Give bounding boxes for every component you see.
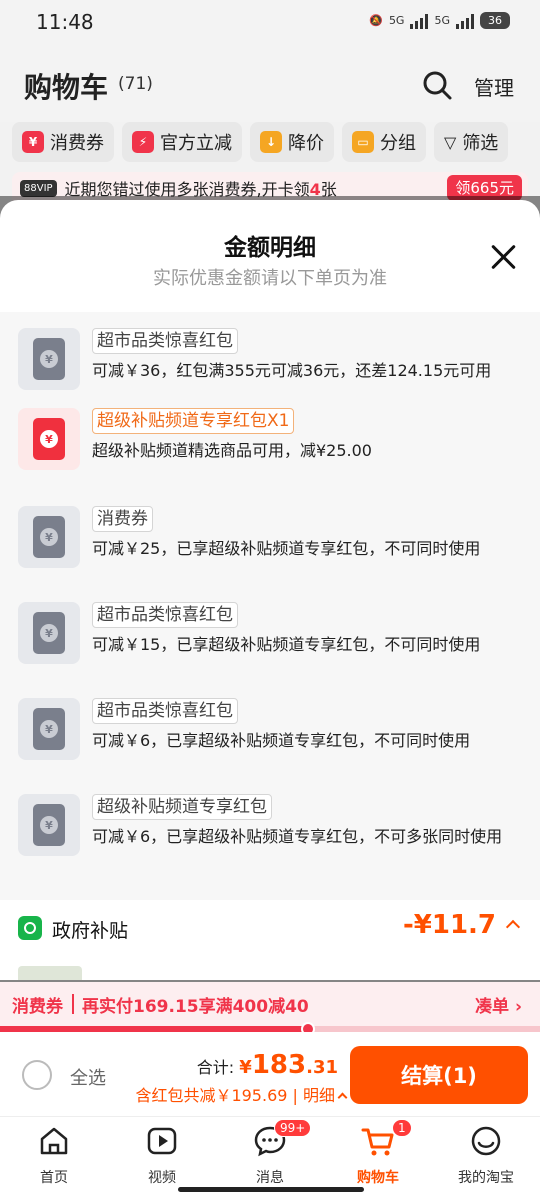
signal-icon: [410, 13, 429, 29]
checkout-bar: 全选 合计: ¥183.31 含红包共减￥195.69 | 明细 结算(1): [0, 1032, 540, 1116]
promo-text: 再实付169.15享满400减40: [82, 997, 309, 1017]
cart-header: 购物车 (71) 管理: [0, 46, 540, 122]
cart-icon: [361, 1128, 394, 1156]
chip-label: 降价: [288, 133, 324, 154]
network-label-2: 5G: [434, 14, 450, 27]
tab-video[interactable]: 视频: [108, 1123, 216, 1187]
sheet-subtitle: 实际优惠金额请以下单页为准: [153, 268, 387, 289]
video-icon: [147, 1127, 177, 1155]
bottom-tab-bar: 首页 视频 99+ 消息 1 购物车 我的淘宝: [0, 1116, 540, 1200]
network-label-1: 5G: [388, 14, 405, 27]
search-icon[interactable]: [420, 68, 454, 102]
down-arrow-icon: ↓: [260, 131, 282, 153]
chip-label: 分组: [380, 133, 416, 154]
chip-price-drop[interactable]: ↓ 降价: [250, 122, 334, 162]
discount-detail-toggle[interactable]: 含红包共减￥195.69 | 明细: [135, 1082, 348, 1106]
filter-chips: ¥ 消费券 ⚡ 官方立减 ↓ 降价 ▭ 分组 ▽ 筛选: [12, 122, 509, 162]
home-icon: [40, 1127, 68, 1155]
total-price: 合计: ¥183.31: [196, 1050, 338, 1080]
status-bar: 11:48 🔕 5G 5G 36: [0, 0, 540, 46]
coupon-desc: 可减￥36，红包满355元可减36元，还差124.15元可用: [92, 361, 492, 380]
coupon-list: ¥ 超市品类惊喜红包 可减￥36，红包满355元可减36元，还差124.15元可…: [0, 312, 540, 900]
battery-icon: 36: [480, 12, 510, 29]
gov-subsidy-icon: [18, 916, 42, 940]
add-items-link[interactable]: 凑单 ›: [475, 992, 522, 1017]
red-packet-icon: ¥: [18, 794, 80, 856]
message-badge: 99+: [274, 1119, 312, 1137]
tab-messages[interactable]: 99+ 消息: [216, 1119, 324, 1187]
chip-group[interactable]: ▭ 分组: [342, 122, 426, 162]
coupon-tag: 超级补贴频道专享红包X1: [92, 408, 295, 434]
cart-count: (71): [118, 74, 153, 94]
coupon-tag: 超市品类惊喜红包: [92, 698, 238, 724]
cart-badge: 1: [392, 1119, 412, 1137]
tab-cart[interactable]: 1 购物车: [324, 1119, 432, 1187]
chevron-up-icon[interactable]: [505, 919, 521, 935]
product-thumbnail: [18, 966, 82, 980]
red-packet-icon: ¥: [18, 698, 80, 760]
mute-icon: 🔕: [369, 14, 383, 27]
coupon-icon: ¥: [22, 131, 44, 153]
red-packet-icon: ¥: [18, 602, 80, 664]
select-all-label[interactable]: 全选: [70, 1064, 106, 1090]
promo-divider: [72, 994, 74, 1014]
filter-icon: ▽: [444, 132, 457, 152]
tab-profile[interactable]: 我的淘宝: [432, 1123, 540, 1187]
signal-icon-2: [456, 13, 474, 29]
red-packet-icon: ¥: [18, 328, 80, 390]
coupon-desc: 可减￥15，已享超级补贴频道专享红包，不可同时使用: [92, 635, 481, 654]
chip-official-discount[interactable]: ⚡ 官方立减: [122, 122, 242, 162]
coupon-desc: 超级补贴频道精选商品可用，减¥25.00: [92, 441, 372, 460]
manage-button[interactable]: 管理: [474, 72, 514, 101]
vip-badge: 88VIP: [20, 179, 57, 197]
folder-icon: ▭: [352, 131, 374, 153]
chip-label: 官方立减: [160, 133, 232, 154]
gov-subsidy-amount: -¥11.7: [402, 910, 496, 940]
checkout-button[interactable]: 结算(1): [350, 1046, 528, 1104]
red-packet-icon: ¥: [18, 408, 80, 470]
coupon-desc: 可减￥6，已享超级补贴频道专享红包，不可同时使用: [92, 731, 471, 750]
page-title: 购物车: [24, 71, 109, 104]
gov-subsidy-row[interactable]: 政府补贴 -¥11.7: [0, 900, 540, 958]
select-all-checkbox[interactable]: [22, 1060, 52, 1090]
status-icons: 🔕 5G 5G 36: [369, 12, 510, 29]
coupon-tag: 超市品类惊喜红包: [92, 328, 238, 354]
lightning-icon: ⚡: [132, 131, 154, 153]
coupon-desc: 可减￥6，已享超级补贴频道专享红包，不可多张同时使用: [92, 827, 503, 846]
close-icon[interactable]: [490, 244, 516, 270]
promo-tag: 消费券: [12, 997, 63, 1017]
chip-label: 消费券: [50, 133, 104, 154]
coupon-tag: 消费券: [92, 506, 153, 532]
promo-strip[interactable]: 消费券 再实付169.15享满400减40 凑单 ›: [0, 982, 540, 1026]
chip-filter[interactable]: ▽ 筛选: [434, 122, 509, 162]
profile-icon: [471, 1126, 501, 1156]
status-time: 11:48: [36, 10, 94, 34]
chip-label: 筛选: [462, 133, 499, 154]
amount-detail-sheet: 金额明细 实际优惠金额请以下单页为准 ¥ 超市品类惊喜红包 可减￥36，红包满3…: [0, 200, 540, 980]
coupon-tag: 超级补贴频道专享红包: [92, 794, 272, 820]
coupon-desc: 可减￥25，已享超级补贴频道专享红包，不可同时使用: [92, 539, 481, 558]
red-packet-icon: ¥: [18, 506, 80, 568]
tab-home[interactable]: 首页: [0, 1123, 108, 1187]
gov-subsidy-label: 政府补贴: [52, 920, 129, 942]
chip-coupon[interactable]: ¥ 消费券: [12, 122, 114, 162]
home-indicator[interactable]: [178, 1187, 364, 1192]
chevron-up-icon: [337, 1092, 348, 1103]
coupon-tag: 超市品类惊喜红包: [92, 602, 238, 628]
sheet-title: 金额明细: [224, 235, 316, 261]
